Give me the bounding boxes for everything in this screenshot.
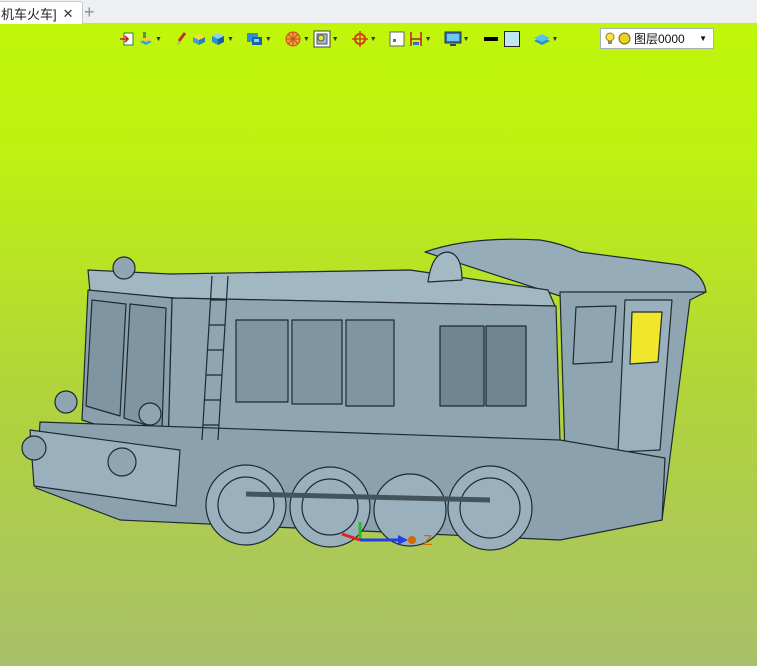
cab-door-window [629,311,663,365]
add-tab-icon[interactable]: + [84,2,95,22]
3d-viewport[interactable]: ▼ ▼ ▼ ▼ ▼ ▼ ▼ ▼ ▼ 图层0000 ▼ Z [0,24,757,666]
buffer-right [107,447,137,477]
headlamp-top [112,256,136,280]
sand-dome [427,251,463,283]
tab-bar: 机车火车] ✕ + [0,0,757,24]
buffer-left [21,435,47,461]
headlamp-left [54,390,78,414]
tab-document[interactable]: 机车火车] ✕ [0,1,83,24]
cab-side-window [572,305,617,365]
z-axis-label: Z [423,532,433,549]
side-louvers [235,319,527,407]
close-icon[interactable]: ✕ [63,7,74,20]
headlamp-right [138,402,162,426]
tab-label: 机车火车] [1,6,57,22]
locomotive-model[interactable] [0,24,757,666]
